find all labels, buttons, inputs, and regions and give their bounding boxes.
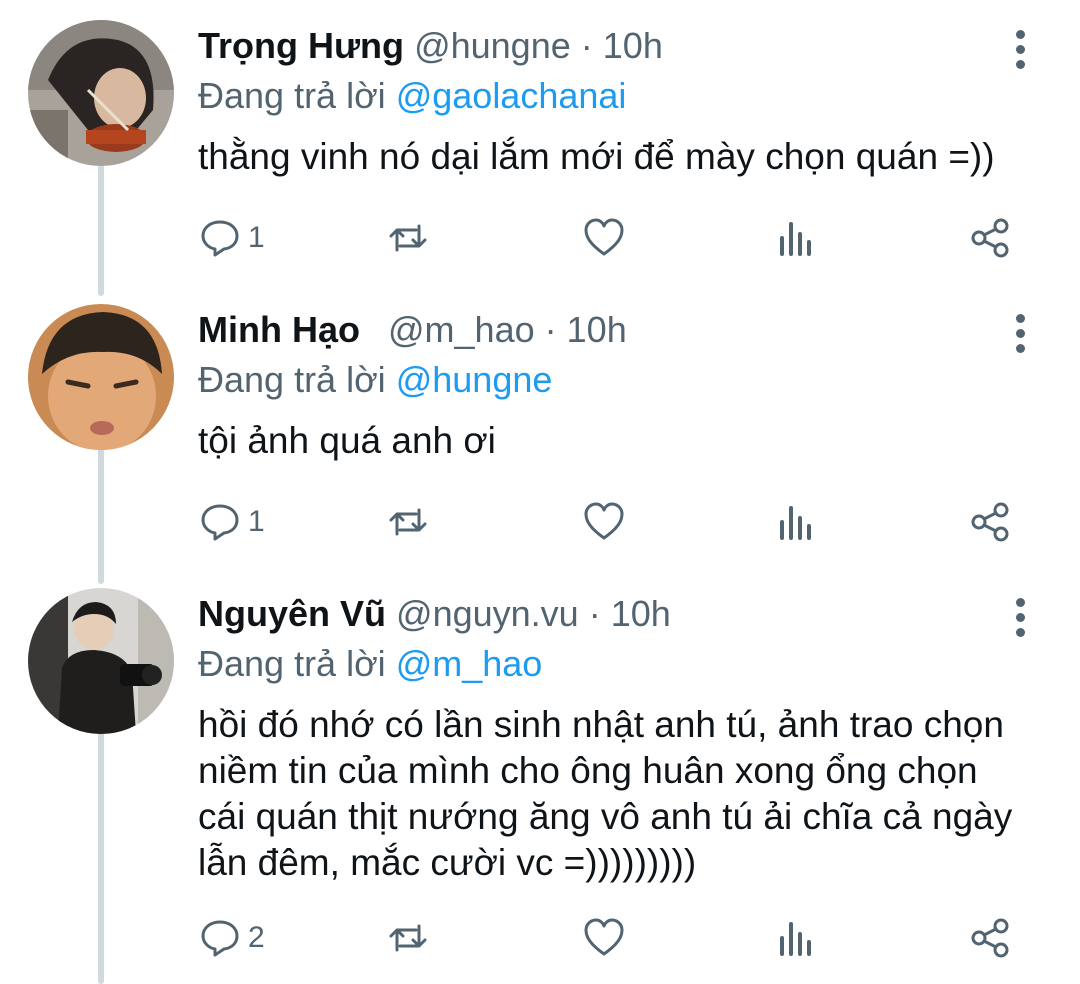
- author-name[interactable]: Nguyên Vũ: [198, 593, 386, 634]
- author-handle[interactable]: @nguyn.vu: [396, 593, 579, 634]
- replying-to: Đang trả lời @m_hao: [198, 642, 542, 686]
- action-bar: 1: [198, 498, 1028, 546]
- avatar[interactable]: [28, 588, 174, 734]
- reply-count: 2: [248, 921, 265, 954]
- tweet-header: Minh Hạo @m_hao · 10h: [198, 308, 627, 352]
- replying-to: Đang trả lời @hungne: [198, 358, 552, 402]
- avatar[interactable]: [28, 304, 174, 450]
- tweet[interactable]: Minh Hạo @m_hao · 10h Đang trả lời @hung…: [0, 304, 1080, 574]
- share-button[interactable]: [968, 214, 1012, 262]
- views-button[interactable]: [774, 498, 818, 546]
- tweet-header: Nguyên Vũ @nguyn.vu · 10h: [198, 592, 671, 636]
- separator: ·: [588, 593, 601, 634]
- author-handle[interactable]: @hungne: [414, 25, 571, 66]
- share-button[interactable]: [968, 498, 1012, 546]
- replying-to: Đang trả lời @gaolachanai: [198, 74, 626, 118]
- share-button[interactable]: [968, 914, 1012, 962]
- mention-link[interactable]: @hungne: [396, 359, 553, 400]
- separator: ·: [580, 25, 593, 66]
- more-icon[interactable]: [1004, 598, 1036, 662]
- reply-button[interactable]: 1: [198, 214, 265, 262]
- reply-icon: [201, 220, 239, 257]
- replying-prefix: Đang trả lời: [198, 643, 386, 684]
- like-button[interactable]: [582, 914, 626, 962]
- mention-link[interactable]: @m_hao: [396, 643, 543, 684]
- replying-prefix: Đang trả lời: [198, 75, 386, 116]
- retweet-icon: [389, 924, 427, 952]
- reply-icon: [201, 920, 239, 957]
- views-icon: [780, 506, 811, 540]
- like-icon: [584, 502, 624, 540]
- views-icon: [780, 922, 811, 956]
- reply-count: 1: [248, 221, 265, 254]
- share-icon: [971, 918, 1009, 958]
- retweet-button[interactable]: [386, 498, 430, 546]
- action-bar: 2: [198, 914, 1028, 962]
- like-button[interactable]: [582, 498, 626, 546]
- tweet-text: thằng vinh nó dại lắm mới để mày chọn qu…: [198, 136, 995, 177]
- author-name[interactable]: Trọng Hưng: [198, 25, 404, 66]
- retweet-icon: [389, 508, 427, 536]
- timestamp[interactable]: 10h: [567, 309, 627, 350]
- replying-prefix: Đang trả lời: [198, 359, 386, 400]
- timestamp[interactable]: 10h: [603, 25, 663, 66]
- more-icon[interactable]: [1004, 30, 1036, 94]
- views-button[interactable]: [774, 914, 818, 962]
- tweet-text: tội ảnh quá anh ơi: [198, 420, 496, 461]
- retweet-button[interactable]: [386, 214, 430, 262]
- share-icon: [971, 502, 1009, 542]
- separator: ·: [544, 309, 557, 350]
- tweet-header: Trọng Hưng @hungne · 10h: [198, 24, 663, 68]
- reply-button[interactable]: 2: [198, 914, 265, 962]
- retweet-button[interactable]: [386, 914, 430, 962]
- reply-icon: [201, 504, 239, 541]
- share-icon: [971, 218, 1009, 258]
- views-icon: [780, 222, 811, 256]
- timestamp[interactable]: 10h: [611, 593, 671, 634]
- tweet[interactable]: Trọng Hưng @hungne · 10h Đang trả lời @g…: [0, 20, 1080, 290]
- like-icon: [584, 918, 624, 956]
- action-bar: 1: [198, 214, 1028, 262]
- avatar[interactable]: [28, 20, 174, 166]
- reply-button[interactable]: 1: [198, 498, 265, 546]
- author-name[interactable]: Minh Hạo: [198, 309, 360, 350]
- views-button[interactable]: [774, 214, 818, 262]
- more-icon[interactable]: [1004, 314, 1036, 378]
- mention-link[interactable]: @gaolachanai: [396, 75, 627, 116]
- retweet-icon: [389, 224, 427, 252]
- tweet[interactable]: Nguyên Vũ @nguyn.vu · 10h Đang trả lời @…: [0, 588, 1080, 984]
- author-handle[interactable]: @m_hao: [388, 309, 535, 350]
- like-icon: [584, 218, 624, 256]
- reply-count: 1: [248, 505, 265, 538]
- tweet-text: hồi đó nhớ có lần sinh nhật anh tú, ảnh …: [198, 704, 1013, 883]
- like-button[interactable]: [582, 214, 626, 262]
